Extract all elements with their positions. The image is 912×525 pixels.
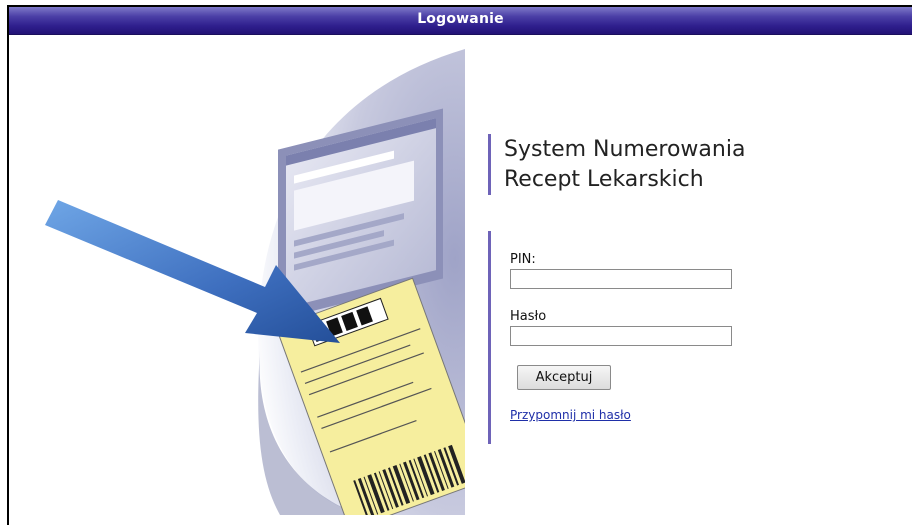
password-input[interactable] [510,326,732,346]
pin-label: PIN: [510,252,536,267]
password-label: Hasło [510,309,547,324]
title-bar: Logowanie [9,7,912,35]
pin-input[interactable] [510,269,732,289]
system-title: System Numerowania Recept Lekarskich [504,137,746,192]
forgot-password-link[interactable]: Przypomnij mi hasło [510,408,631,422]
form-accent-bar [488,231,491,444]
submit-button[interactable]: Akceptuj [517,365,611,390]
title-accent-bar [488,134,491,195]
page-title: Logowanie [417,11,504,27]
arrow-pointer-icon [45,200,340,343]
